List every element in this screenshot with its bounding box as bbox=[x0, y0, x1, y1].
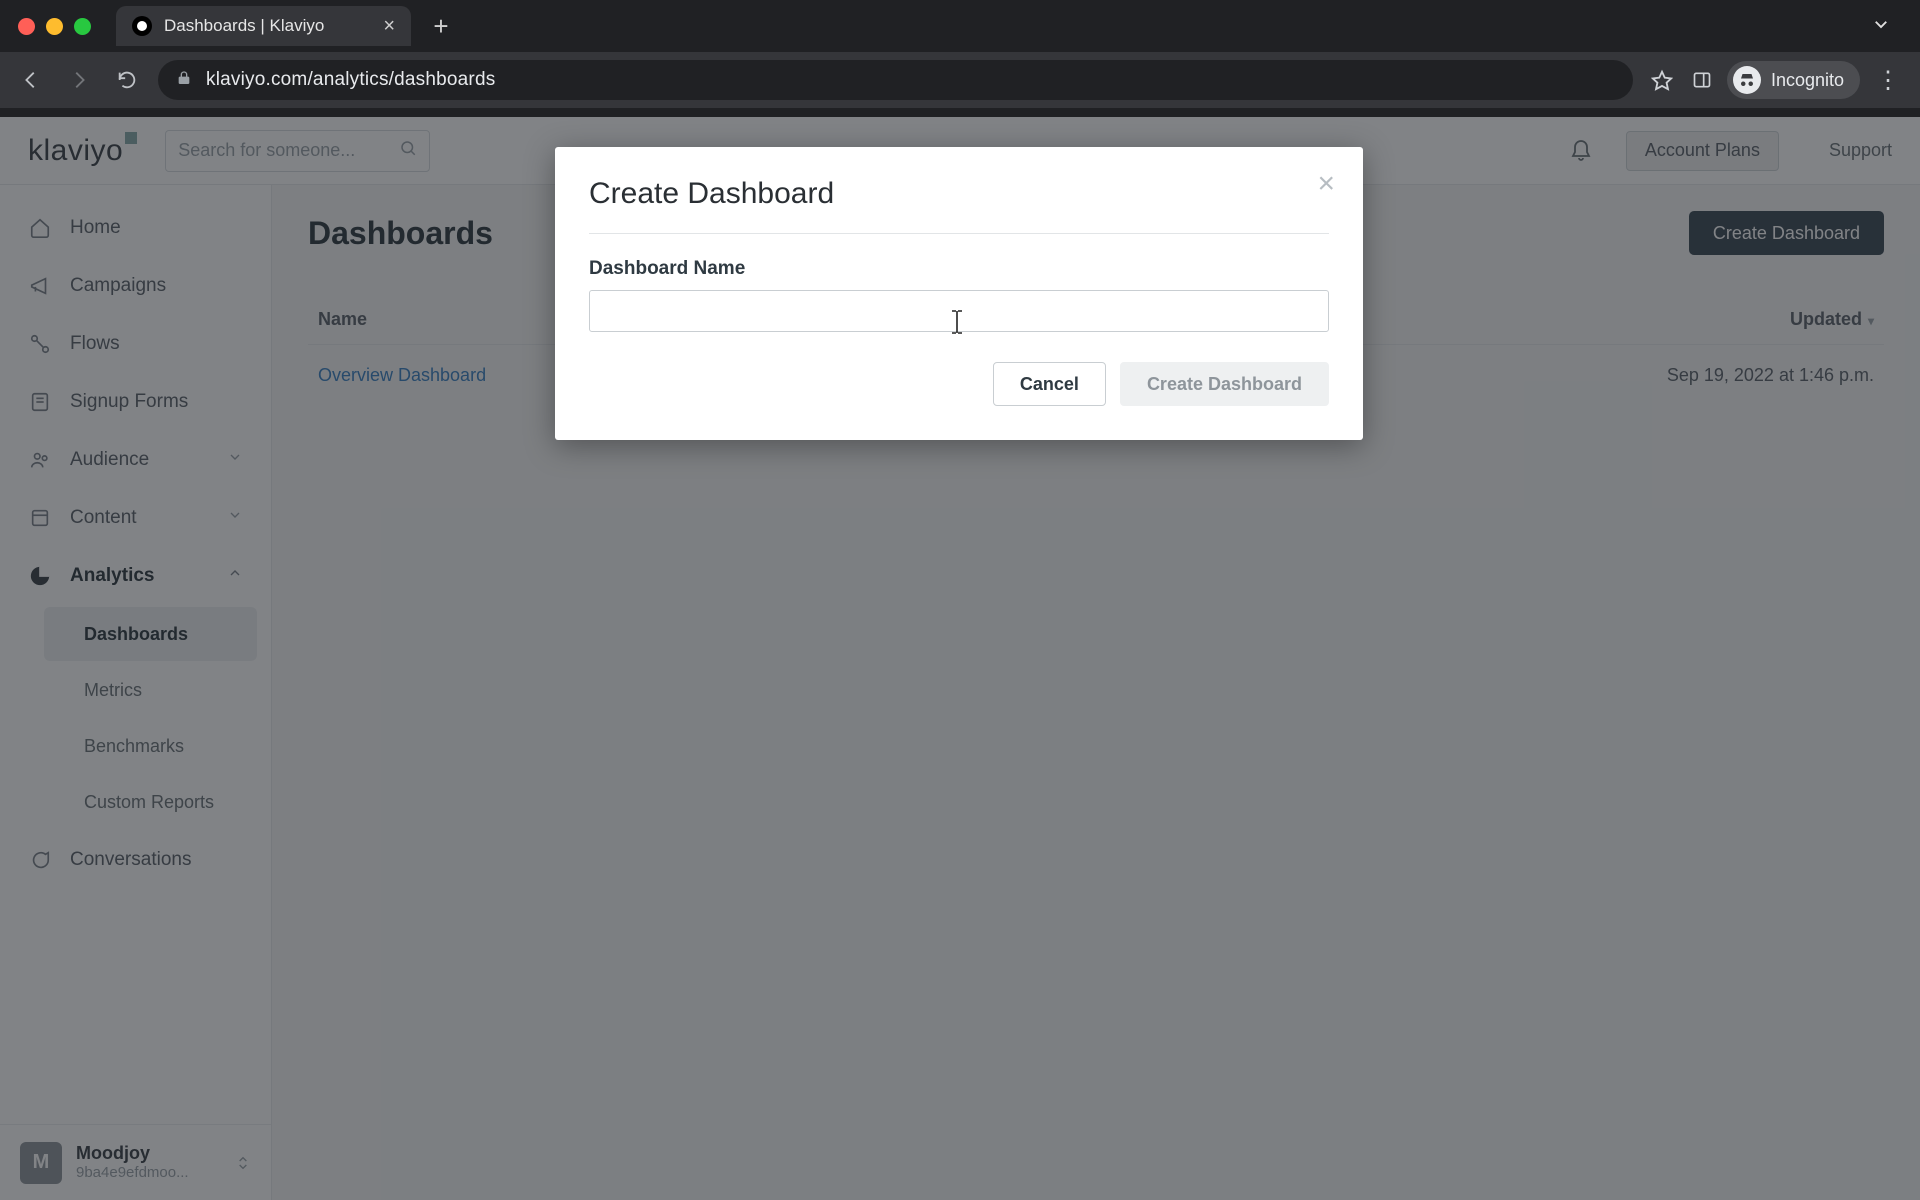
dashboard-name-label: Dashboard Name bbox=[589, 258, 1329, 280]
forward-button[interactable] bbox=[62, 63, 96, 97]
url-text: klaviyo.com/analytics/dashboards bbox=[206, 69, 495, 91]
window-minimize-button[interactable] bbox=[46, 18, 63, 35]
dashboard-name-input[interactable] bbox=[589, 290, 1329, 332]
browser-menu-button[interactable]: ⋮ bbox=[1870, 66, 1906, 95]
window-controls bbox=[18, 18, 91, 35]
incognito-label: Incognito bbox=[1771, 70, 1844, 91]
url-field[interactable]: klaviyo.com/analytics/dashboards bbox=[158, 60, 1633, 100]
back-button[interactable] bbox=[14, 63, 48, 97]
panel-icon[interactable] bbox=[1687, 65, 1717, 95]
create-dashboard-modal: Create Dashboard × Dashboard Name Cancel… bbox=[555, 147, 1363, 440]
tab-title: Dashboards | Klaviyo bbox=[164, 16, 371, 36]
tabs-menu-chevron-icon[interactable] bbox=[1860, 9, 1902, 44]
window-close-button[interactable] bbox=[18, 18, 35, 35]
tab-close-icon[interactable]: × bbox=[383, 15, 395, 38]
bookmark-star-icon[interactable] bbox=[1647, 65, 1677, 95]
modal-title: Create Dashboard bbox=[589, 177, 1329, 211]
app-surface: klaviyo Search for someone... Account Pl… bbox=[0, 117, 1920, 1200]
lock-icon bbox=[176, 70, 192, 91]
address-bar: klaviyo.com/analytics/dashboards Incogni… bbox=[0, 52, 1920, 108]
modal-submit-button[interactable]: Create Dashboard bbox=[1120, 362, 1329, 406]
incognito-icon bbox=[1733, 66, 1761, 94]
window-zoom-button[interactable] bbox=[74, 18, 91, 35]
new-tab-button[interactable]: + bbox=[423, 8, 459, 44]
modal-close-button[interactable]: × bbox=[1317, 169, 1335, 199]
incognito-indicator[interactable]: Incognito bbox=[1727, 61, 1860, 99]
tab-strip: Dashboards | Klaviyo × + bbox=[0, 0, 1920, 52]
browser-chrome: Dashboards | Klaviyo × + klaviyo.com/ana… bbox=[0, 0, 1920, 117]
divider bbox=[589, 233, 1329, 234]
reload-button[interactable] bbox=[110, 63, 144, 97]
modal-cancel-button[interactable]: Cancel bbox=[993, 362, 1106, 406]
tab-favicon-icon bbox=[132, 16, 152, 36]
browser-tab[interactable]: Dashboards | Klaviyo × bbox=[116, 6, 411, 46]
